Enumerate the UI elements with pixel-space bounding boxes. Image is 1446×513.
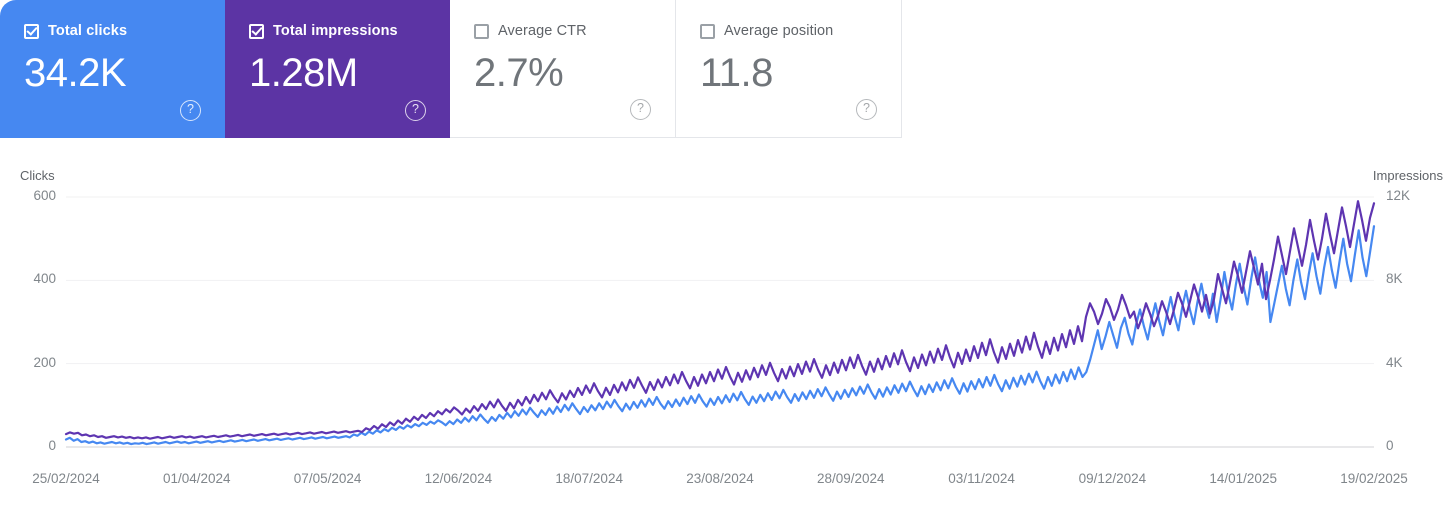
checkbox-checked-icon[interactable]	[249, 23, 264, 39]
x-axis-tick: 19/02/2025	[1340, 471, 1408, 486]
x-axis-tick: 23/08/2024	[686, 471, 754, 486]
y-axis-left-tick: 200	[33, 354, 56, 370]
help-circle-icon[interactable]: ?	[180, 100, 201, 121]
metric-card-average-ctr[interactable]: Average CTR 2.7% ?	[450, 0, 676, 138]
metric-card-value: 1.28M	[249, 51, 358, 95]
help-circle-icon[interactable]: ?	[856, 99, 877, 120]
metric-card-value: 34.2K	[24, 51, 127, 95]
performance-chart[interactable]: Clicks Impressions 0 200 400 600 0 4K 8K 12K 2…	[0, 138, 1446, 513]
metric-card-label: Total impressions	[273, 23, 398, 39]
metric-card-header: Total impressions	[249, 22, 450, 40]
x-axis-tick: 09/12/2024	[1078, 471, 1147, 486]
metric-card-label: Average CTR	[498, 23, 587, 39]
metric-card-value: 2.7%	[474, 51, 564, 95]
metric-cards-row: Total clicks 34.2K ? Total impressions 1…	[0, 0, 902, 138]
y-axis-left-tick: 600	[33, 188, 56, 203]
y-axis-right-tick: 8K	[1386, 271, 1403, 287]
x-axis-tick: 28/09/2024	[817, 471, 885, 486]
y-axis-right-tick: 0	[1386, 438, 1394, 453]
metric-card-header: Average CTR	[474, 22, 675, 40]
metric-card-value: 11.8	[700, 51, 773, 95]
metric-card-average-position[interactable]: Average position 11.8 ?	[676, 0, 902, 138]
metric-card-label: Total clicks	[48, 23, 128, 39]
chart-gridlines	[66, 196, 1374, 448]
chart-series-layer	[64, 200, 1376, 446]
chart-line-impressions	[64, 200, 1376, 440]
x-axis-tick: 07/05/2024	[293, 471, 362, 486]
help-circle-icon[interactable]: ?	[405, 100, 426, 121]
x-axis-tick: 12/06/2024	[424, 471, 493, 486]
checkbox-checked-icon[interactable]	[24, 23, 39, 39]
panel-bottom-edge	[0, 499, 1446, 513]
y-axis-left-tick: 400	[33, 271, 56, 287]
y-axis-right-tick: 4K	[1386, 354, 1403, 370]
x-axis-tick: 18/07/2024	[555, 471, 623, 486]
y-axis-left-tick: 0	[48, 438, 56, 453]
checkbox-unchecked-icon[interactable]	[700, 23, 715, 39]
metric-card-label: Average position	[724, 23, 834, 39]
metric-card-total-impressions[interactable]: Total impressions 1.28M ?	[225, 0, 450, 138]
metric-card-total-clicks[interactable]: Total clicks 34.2K ?	[0, 0, 225, 138]
chart-canvas	[64, 196, 1376, 448]
x-axis-tick: 25/02/2024	[32, 471, 100, 486]
x-axis-tick: 14/01/2025	[1209, 471, 1277, 486]
metric-card-header: Total clicks	[24, 22, 225, 40]
x-axis-tick: 03/11/2024	[948, 471, 1015, 486]
x-axis-tick: 01/04/2024	[163, 471, 231, 486]
help-circle-icon[interactable]: ?	[630, 99, 651, 120]
chart-line-clicks	[64, 225, 1376, 446]
checkbox-unchecked-icon[interactable]	[474, 23, 489, 39]
metric-card-header: Average position	[700, 22, 901, 40]
y-axis-right-tick: 12K	[1386, 188, 1411, 203]
